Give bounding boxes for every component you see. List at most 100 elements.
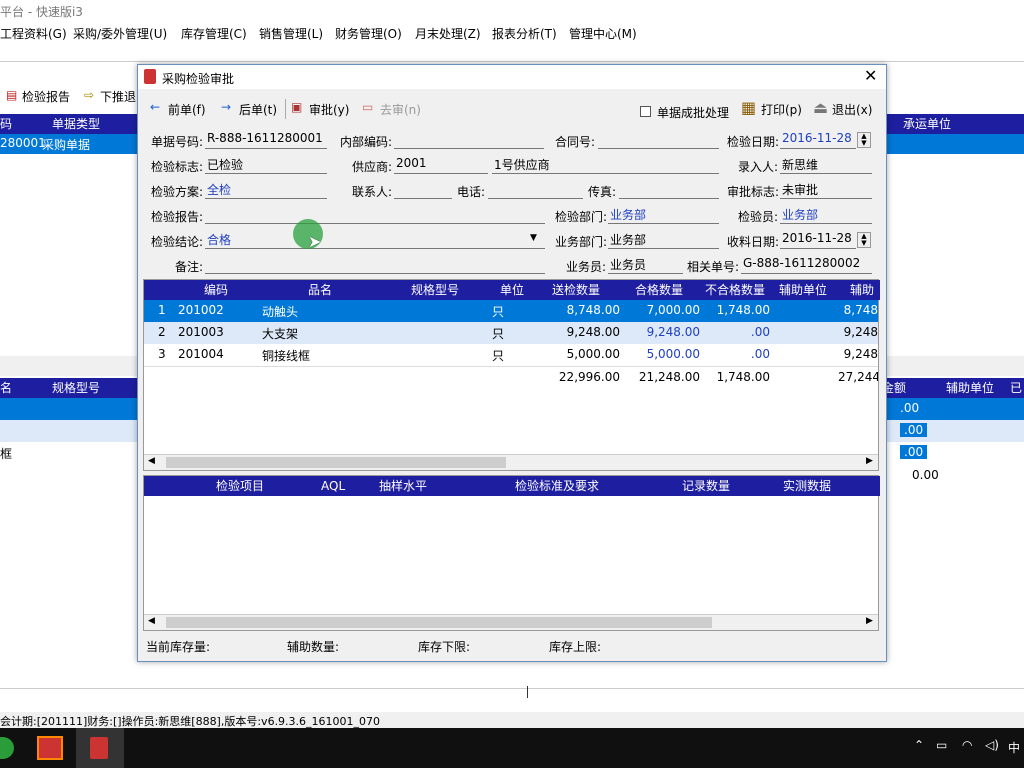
push-down-button[interactable]: 下推退 xyxy=(100,88,136,105)
approve-flag-field[interactable]: 未审批 xyxy=(780,181,872,199)
batch-checkbox[interactable] xyxy=(640,106,651,117)
exit-button[interactable]: 退出(x) xyxy=(832,101,872,118)
fax-label: 传真: xyxy=(588,185,617,199)
phone-label: 电话: xyxy=(457,185,486,199)
cell-name: 铜接线框 xyxy=(262,349,311,363)
menu-sales[interactable]: 销售管理(L) xyxy=(259,25,323,42)
scroll-left-icon[interactable]: ◀ xyxy=(148,456,155,466)
battery-icon[interactable]: ▭ xyxy=(936,738,947,752)
wifi-icon[interactable]: ◠ xyxy=(962,738,972,752)
app-icon-green[interactable] xyxy=(0,737,14,759)
menu-reports[interactable]: 报表分析(T) xyxy=(492,25,557,42)
contact-field[interactable] xyxy=(394,181,452,199)
table-row[interactable]: 2 201003 大支架 只 9,248.00 9,248.00 .00 9,2… xyxy=(144,322,878,344)
conclusion-select[interactable]: 合格 xyxy=(205,231,545,249)
approve-button[interactable]: 审批(y) xyxy=(309,101,349,118)
col-doc-type: 单据类型 xyxy=(52,117,101,131)
cell-aux: 9,248 xyxy=(843,325,878,339)
scroll-thumb[interactable] xyxy=(166,617,712,628)
scroll-thumb[interactable] xyxy=(166,457,506,468)
items-hscrollbar[interactable]: ◀ ▶ xyxy=(144,454,878,470)
items-table: 编码 品名 规格型号 单位 送检数量 合格数量 不合格数量 辅助单位 辅助 1 … xyxy=(143,279,880,471)
cursor-icon: ➤ xyxy=(308,232,322,251)
print-button[interactable]: 打印(p) xyxy=(761,101,802,118)
inspect-date-field[interactable]: 2016-11-28 xyxy=(780,131,856,149)
next-button[interactable]: 后单(t) xyxy=(239,101,277,118)
cell-amount: .00 xyxy=(900,445,928,459)
supplier-name-field[interactable]: 1号供应商 xyxy=(492,156,719,174)
inspect-table: 检验项目 AQL 抽样水平 检验标准及要求 记录数量 实测数据 ◀ ▶ xyxy=(143,475,880,631)
table-row[interactable]: 3 201004 铜接线框 只 5,000.00 5,000.00 .00 9,… xyxy=(144,344,878,366)
unapprove-button[interactable]: 去审(n) xyxy=(380,101,421,118)
internal-code-field[interactable] xyxy=(394,131,544,149)
supplier-code-field[interactable]: 2001 xyxy=(394,156,488,174)
salesman-field[interactable]: 业务员 xyxy=(608,256,683,274)
dialog-footer: 当前库存量: 辅助数量: 库存下限: 库存上限: xyxy=(138,635,886,657)
inspect-report-button[interactable]: 检验报告 xyxy=(22,88,70,105)
inspect-flag-field[interactable]: 已检验 xyxy=(205,156,327,174)
table-row[interactable]: 1 201002 动触头 只 8,748.00 7,000.00 1,748.0… xyxy=(144,300,878,322)
inspect-date-spinner[interactable]: ▲ ▼ xyxy=(857,132,871,148)
col-record-qty: 记录数量 xyxy=(682,479,731,493)
menu-finance[interactable]: 财务管理(O) xyxy=(335,25,402,42)
printer-icon: ▦ xyxy=(741,98,757,117)
app-icon xyxy=(144,69,156,84)
cell-fail: .00 xyxy=(750,347,770,361)
cell-pass: 7,000.00 xyxy=(646,303,700,317)
splitter[interactable] xyxy=(527,686,528,698)
volume-icon[interactable]: ◁) xyxy=(985,738,999,752)
cell-code: 201003 xyxy=(178,325,224,339)
cell-pass: 5,000.00 xyxy=(646,347,700,361)
inspector-label: 检验员: xyxy=(738,210,779,224)
cell-sent: 9,248.00 xyxy=(566,325,620,339)
contract-no-field[interactable] xyxy=(598,131,719,149)
salesman-label: 业务员: xyxy=(566,260,607,274)
inspect-hscrollbar[interactable]: ◀ ▶ xyxy=(144,614,878,630)
bg-toolbar: ▤ 检验报告 ⇨ 下推退 xyxy=(0,84,140,108)
menu-inventory[interactable]: 库存管理(C) xyxy=(181,25,247,42)
close-icon[interactable]: ✕ xyxy=(864,66,877,85)
col-spec: 规格型号 xyxy=(52,381,101,395)
chevron-down-icon[interactable]: ▼ xyxy=(530,233,537,243)
col-aux-unit: 辅助单位 xyxy=(946,381,995,395)
fax-field[interactable] xyxy=(619,181,719,199)
report-field[interactable] xyxy=(205,206,545,224)
contract-no-label: 合同号: xyxy=(555,135,596,149)
inspect-dept-label: 检验部门: xyxy=(555,210,608,224)
menu-engineering[interactable]: 工程资料(G) xyxy=(0,25,67,42)
col-standard: 检验标准及要求 xyxy=(515,479,600,493)
menu-month-end[interactable]: 月末处理(Z) xyxy=(415,25,481,42)
biz-dept-field[interactable]: 业务部 xyxy=(608,231,719,249)
active-app-tab[interactable] xyxy=(76,728,124,768)
prev-button[interactable]: 前单(f) xyxy=(168,101,206,118)
total-fail: 1,748.00 xyxy=(716,370,770,384)
related-no-field[interactable]: G-888-1611280002 xyxy=(741,256,872,274)
chevron-up-icon[interactable]: ⌃ xyxy=(914,738,924,752)
remark-field[interactable] xyxy=(205,256,545,274)
row-index: 3 xyxy=(158,347,166,361)
cell-amount: .00 xyxy=(900,423,928,437)
row-index: 2 xyxy=(158,325,166,339)
menu-purchase[interactable]: 采购/委外管理(U) xyxy=(73,25,167,42)
entered-by-field[interactable]: 新思维 xyxy=(780,156,872,174)
inspect-dept-field[interactable]: 业务部 xyxy=(608,206,719,224)
scroll-right-icon[interactable]: ▶ xyxy=(866,456,873,466)
menu-admin[interactable]: 管理中心(M) xyxy=(569,25,637,42)
aux-qty-label: 辅助数量: xyxy=(287,640,340,654)
phone-field[interactable] xyxy=(488,181,583,199)
scroll-right-icon[interactable]: ▶ xyxy=(866,616,873,626)
col-name: 品名 xyxy=(308,283,333,297)
app-icon-red[interactable] xyxy=(37,736,63,760)
cell-fail: 1,748.00 xyxy=(716,303,770,317)
app-title: 平台 - 快速版i3 xyxy=(0,5,83,19)
plan-field[interactable]: 全检 xyxy=(205,181,327,199)
doc-no-field[interactable]: R-888-1611280001 xyxy=(205,131,327,149)
cell-code: 201004 xyxy=(178,347,224,361)
receive-date-spinner[interactable]: ▲ ▼ xyxy=(857,232,871,248)
scroll-left-icon[interactable]: ◀ xyxy=(148,616,155,626)
cell-sent: 5,000.00 xyxy=(566,347,620,361)
receive-date-field[interactable]: 2016-11-28 xyxy=(780,231,856,249)
ime-indicator[interactable]: 中 xyxy=(1008,739,1020,756)
cell-sent: 8,748.00 xyxy=(566,303,620,317)
inspector-field[interactable]: 业务部 xyxy=(780,206,872,224)
